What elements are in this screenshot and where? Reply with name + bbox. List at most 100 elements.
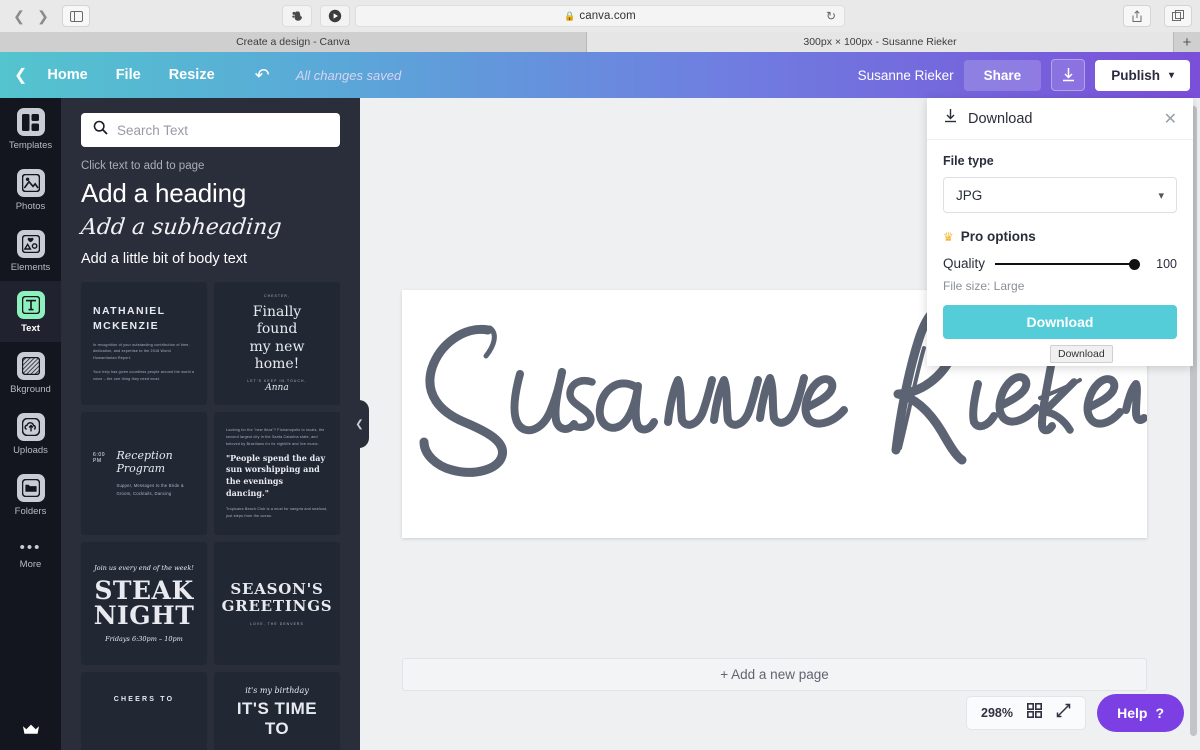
sidebar-item-uploads[interactable]: Uploads xyxy=(0,403,61,464)
search-input-wrapper[interactable]: Search Text xyxy=(81,113,340,147)
template-its-my-birthday[interactable]: it's my birthday IT'S TIME TO xyxy=(214,672,340,750)
sidebar-item-photos[interactable]: Photos xyxy=(0,159,61,220)
sidebar-toggle-icon[interactable] xyxy=(62,5,90,27)
elements-icon xyxy=(16,230,45,258)
browser-tab-1[interactable]: Create a design - Canva xyxy=(0,32,587,52)
file-menu-button[interactable]: File xyxy=(102,61,155,89)
template-footer: Fridays 6:30pm – 10pm xyxy=(105,635,183,643)
template-people-spend-the-day[interactable]: Looking for the "new Ibiza"? Florianopol… xyxy=(214,412,340,535)
slider-knob[interactable] xyxy=(1129,258,1141,270)
quality-label: Quality xyxy=(943,256,986,271)
download-popover-title: Download xyxy=(968,110,1033,127)
template-reception-program[interactable]: 6:00 PM Reception Program Supper, Messag… xyxy=(81,412,207,535)
download-popover-header: Download ✕ xyxy=(927,98,1193,140)
grid-view-icon[interactable] xyxy=(1027,703,1043,723)
background-icon xyxy=(16,352,45,380)
share-icon[interactable] xyxy=(1123,5,1151,27)
download-icon xyxy=(943,108,958,129)
crown-icon[interactable] xyxy=(0,723,61,736)
quality-row: Quality 100 xyxy=(943,256,1177,271)
home-button[interactable]: Home xyxy=(33,61,101,89)
template-signoff: Anna xyxy=(265,382,289,393)
download-toolbar-button[interactable] xyxy=(1051,59,1086,91)
chevron-left-icon[interactable]: ❮ xyxy=(14,65,27,85)
undo-icon[interactable]: ↶ xyxy=(243,61,282,90)
browser-toolbar: ❮ ❯ 🔒 canva.com ↻ xyxy=(0,0,1200,32)
template-steak-night[interactable]: Join us every end of the week! STEAK NIG… xyxy=(81,542,207,665)
template-title: Finally found my new home! xyxy=(249,304,305,372)
template-finally-found-home[interactable]: CHESTER, Finally found my new home! LET'… xyxy=(214,282,340,405)
share-button[interactable]: Share xyxy=(963,59,1042,91)
help-label: Help xyxy=(1117,705,1148,721)
sidebar-item-more[interactable]: ••• More xyxy=(0,531,61,578)
account-name[interactable]: Susanne Rieker xyxy=(858,68,954,83)
add-subheading-option[interactable]: Add a subheading xyxy=(80,215,342,240)
canvas-bottom-controls: 298% xyxy=(966,696,1086,730)
question-mark-icon: ? xyxy=(1155,705,1164,721)
chevron-left-icon: ❮ xyxy=(355,418,364,430)
template-title: Reception Program xyxy=(116,448,173,476)
upload-cloud-icon xyxy=(16,413,45,441)
template-title: IT'S TIME TO xyxy=(236,699,318,738)
file-size-text: File size: Large xyxy=(943,279,1025,293)
evernote-extension-icon[interactable] xyxy=(282,5,312,27)
fullscreen-icon[interactable] xyxy=(1056,703,1071,723)
chevron-down-icon: ▾ xyxy=(1168,69,1174,81)
text-icon xyxy=(16,291,45,319)
back-icon[interactable]: ❮ xyxy=(8,5,30,27)
browser-tab-1-title: Create a design - Canva xyxy=(236,36,350,48)
sidebar-label-templates: Templates xyxy=(8,140,53,151)
template-body-2: Your help has given countless people aro… xyxy=(93,370,195,381)
sidebar-item-folders[interactable]: Folders xyxy=(0,464,61,525)
template-kicker: CHESTER, xyxy=(264,294,290,299)
search-icon xyxy=(93,120,108,140)
search-input[interactable]: Search Text xyxy=(117,123,188,138)
sidebar-item-elements[interactable]: Elements xyxy=(0,220,61,281)
template-nathaniel-mckenzie[interactable]: NATHANIEL MCKENZIE In recognition of you… xyxy=(81,282,207,405)
template-cheers-to[interactable]: CHEERS TO xyxy=(81,672,207,750)
add-new-page-button[interactable]: + Add a new page xyxy=(402,658,1147,691)
forward-icon[interactable]: ❯ xyxy=(32,5,54,27)
tab-overview-icon[interactable] xyxy=(1164,5,1192,27)
folder-icon xyxy=(16,474,45,502)
reload-icon[interactable]: ↻ xyxy=(826,9,836,23)
close-icon[interactable]: ✕ xyxy=(1164,109,1177,129)
template-footer: LOVE, THE DENVERS xyxy=(250,622,304,626)
browser-tab-2-title: 300px × 100px - Susanne Rieker xyxy=(803,36,957,48)
sidebar-label-photos: Photos xyxy=(15,201,46,212)
sidebar-item-templates[interactable]: Templates xyxy=(0,98,61,159)
quality-slider[interactable] xyxy=(995,257,1146,271)
add-heading-option[interactable]: Add a heading xyxy=(81,178,340,209)
sidebar-label-more: More xyxy=(19,559,42,570)
lock-icon: 🔒 xyxy=(564,10,576,21)
play-extension-icon[interactable] xyxy=(320,5,350,27)
new-tab-button[interactable]: + xyxy=(1174,32,1200,52)
text-template-grid: NATHANIEL MCKENZIE In recognition of you… xyxy=(81,282,340,750)
url-text: canva.com xyxy=(579,10,636,22)
browser-extensions xyxy=(282,5,350,27)
publish-button[interactable]: Publish ▾ xyxy=(1095,59,1190,91)
panel-collapse-toggle[interactable]: ❮ xyxy=(350,400,369,448)
chevron-down-icon: ▾ xyxy=(1158,189,1164,202)
zoom-level[interactable]: 298% xyxy=(981,706,1013,720)
download-tooltip: Download xyxy=(1050,345,1113,363)
template-body: Supper, Messages to the Bride & Groom, C… xyxy=(116,483,184,497)
toolbar-right-group: Susanne Rieker Share Publish ▾ xyxy=(858,59,1190,91)
canva-editor-screen: ❮ ❯ 🔒 canva.com ↻ Create a design - Canv… xyxy=(0,0,1200,750)
toolbar-left-group: ❮ Home File Resize ↶ All changes saved xyxy=(0,61,401,90)
browser-tab-2[interactable]: 300px × 100px - Susanne Rieker xyxy=(587,32,1174,52)
template-seasons-greetings[interactable]: SEASON'S GREETINGS LOVE, THE DENVERS xyxy=(214,542,340,665)
address-bar[interactable]: 🔒 canva.com ↻ xyxy=(355,5,845,27)
resize-button[interactable]: Resize xyxy=(155,61,229,89)
add-body-text-option[interactable]: Add a little bit of body text xyxy=(81,251,340,267)
help-button[interactable]: Help ? xyxy=(1097,694,1184,732)
file-type-select[interactable]: JPG ▾ xyxy=(943,177,1177,213)
sidebar-item-bkground[interactable]: Bkground xyxy=(0,342,61,403)
template-outro: Tropicana Beach Club is a must for sangr… xyxy=(226,507,328,518)
sidebar-item-text[interactable]: Text xyxy=(0,281,61,342)
save-status-text: All changes saved xyxy=(295,67,402,83)
file-type-value: JPG xyxy=(956,187,983,203)
sidebar-label-text: Text xyxy=(21,323,40,334)
download-confirm-button[interactable]: Download xyxy=(943,305,1177,339)
sidebar-label-bkground: Bkground xyxy=(10,384,51,395)
